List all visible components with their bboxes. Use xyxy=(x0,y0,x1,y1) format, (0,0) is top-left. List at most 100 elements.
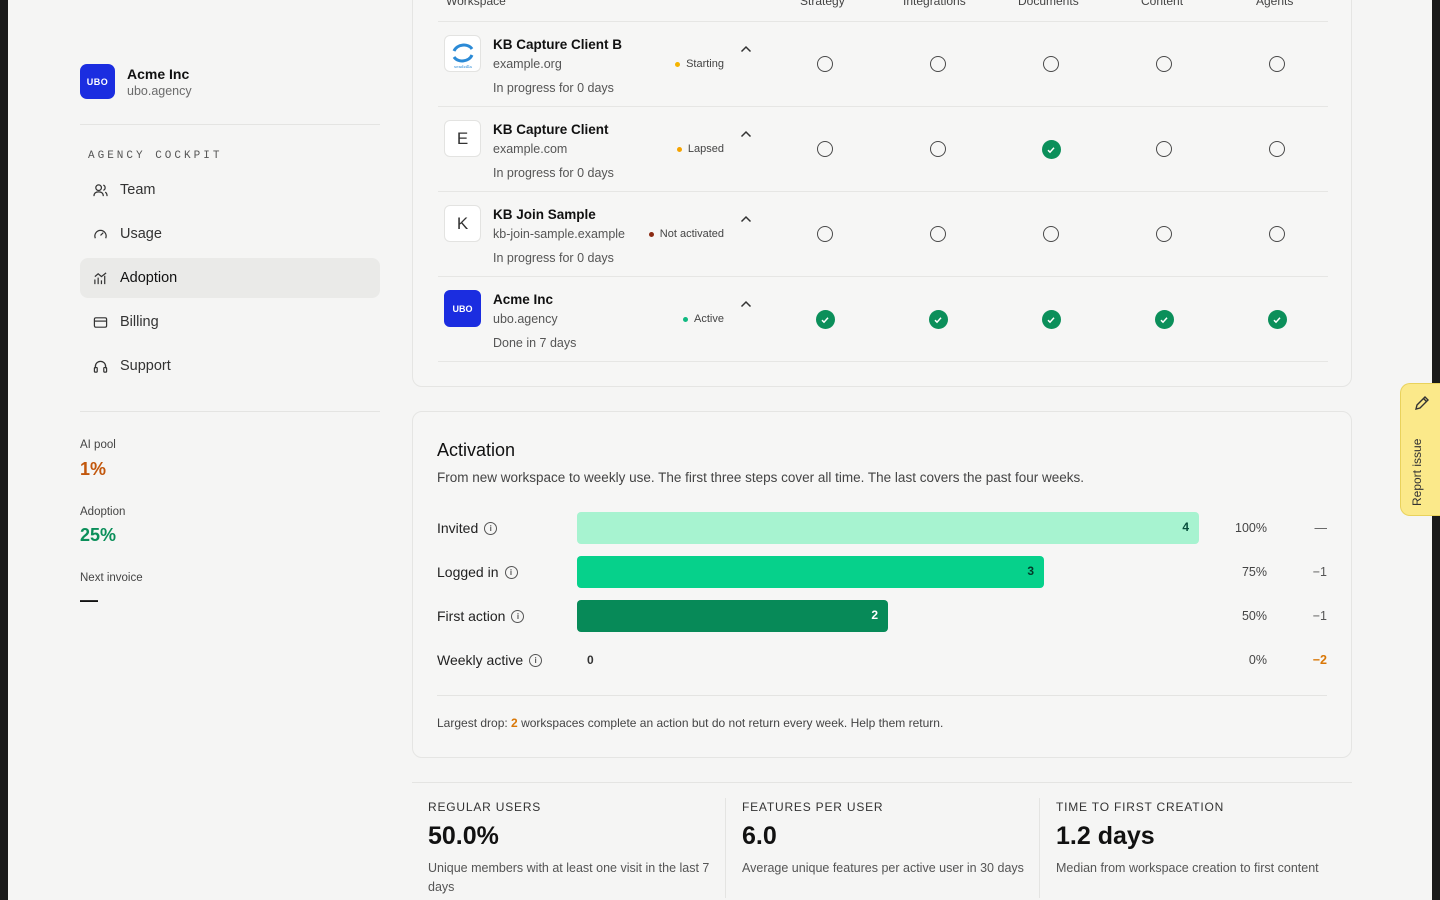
workspace-domain: kb-join-sample.example xyxy=(493,227,626,241)
chevron-up-icon[interactable] xyxy=(740,41,752,56)
chevron-up-icon[interactable] xyxy=(740,126,752,141)
column-header-content: Content xyxy=(1141,0,1184,8)
step-incomplete-icon xyxy=(1156,56,1172,72)
info-icon[interactable]: i xyxy=(504,565,518,579)
metric-value: 6.0 xyxy=(742,822,777,850)
workspace-logo: E xyxy=(444,120,481,157)
funnel-step-percent: 100% xyxy=(1235,521,1267,535)
stat-label-adoption: Adoption xyxy=(80,506,126,518)
status-label: Starting xyxy=(686,58,724,70)
sidebar-item-team[interactable]: Team xyxy=(80,170,380,210)
funnel-step-name: Invited xyxy=(437,520,479,536)
funnel-step-name: Logged in xyxy=(437,564,499,580)
funnel-step-name: First action xyxy=(437,608,506,624)
step-complete-icon xyxy=(1154,310,1174,329)
chevron-up-icon[interactable] xyxy=(740,296,752,311)
funnel-bar: 2 xyxy=(577,600,888,632)
footer-drop-count: 2 xyxy=(511,716,518,730)
sidebar-item-label: Support xyxy=(120,358,171,374)
divider xyxy=(1039,798,1040,898)
funnel-step-label: First action i xyxy=(437,608,525,624)
funnel-bar: 4 xyxy=(577,512,1199,544)
status-dot xyxy=(648,231,654,237)
funnel-bar-count: 4 xyxy=(1182,520,1189,534)
workspace-name[interactable]: KB Capture Client B xyxy=(493,37,622,52)
org-name: Acme Inc xyxy=(127,65,190,82)
funnel-step-percent: 0% xyxy=(1248,653,1267,667)
funnel-step-delta: −1 xyxy=(1312,609,1327,623)
step-incomplete-icon xyxy=(1043,226,1059,242)
info-icon[interactable]: i xyxy=(511,609,525,623)
funnel-step-label: Logged in i xyxy=(437,564,518,580)
chevron-up-icon[interactable] xyxy=(740,211,752,226)
workspace-name[interactable]: KB Join Sample xyxy=(493,207,596,222)
step-complete-icon xyxy=(815,310,835,329)
workspace-progress: In progress for 0 days xyxy=(493,251,614,265)
sidebar-item-label: Adoption xyxy=(120,270,178,286)
table-row[interactable]: E KB Capture Client example.com In progress… xyxy=(438,107,1328,192)
table-row[interactable]: K KB Join Sample kb-join-sample.example In … xyxy=(438,192,1328,277)
sidebar-item-label: Usage xyxy=(120,226,162,242)
column-header-strategy: Strategy xyxy=(800,0,845,8)
metric-value: 50.0% xyxy=(428,822,499,850)
step-incomplete-icon xyxy=(930,141,946,157)
step-incomplete-icon xyxy=(817,141,833,157)
table-row[interactable]: sendzilla KB Capture Client B example.org I… xyxy=(438,22,1328,107)
info-icon[interactable]: i xyxy=(529,653,543,667)
activation-subtitle: From new workspace to weekly use. The fi… xyxy=(437,470,1085,485)
step-incomplete-icon xyxy=(1269,141,1285,157)
metric-description: Average unique features per active user … xyxy=(742,861,1024,875)
funnel-bar-count: 3 xyxy=(1027,564,1034,578)
workspace-logo: UBO xyxy=(444,290,481,327)
workspace-domain: example.org xyxy=(493,57,562,71)
sidebar-item-billing[interactable]: Billing xyxy=(80,302,380,342)
sidebar-item-support[interactable]: Support xyxy=(80,346,380,386)
column-header-documents: Documents xyxy=(1018,0,1079,8)
workspace-name[interactable]: KB Capture Client xyxy=(493,122,609,137)
report-issue-button[interactable]: Report issue xyxy=(1400,383,1440,516)
sidebar-item-adoption[interactable]: Adoption xyxy=(80,258,380,298)
status-label: Lapsed xyxy=(687,143,724,155)
section-label: AGENCY COCKPIT xyxy=(88,150,223,162)
footer-suffix: workspaces complete an action but do not… xyxy=(517,716,944,730)
divider xyxy=(437,695,1327,696)
headset-icon xyxy=(92,358,108,374)
chart-icon xyxy=(92,270,108,286)
sidebar-item-usage[interactable]: Usage xyxy=(80,214,380,254)
sidebar-item-label: Billing xyxy=(120,314,159,330)
stat-value-adoption: 25% xyxy=(80,525,117,545)
funnel-step-name: Weekly active xyxy=(437,652,524,668)
workspace-domain: example.com xyxy=(493,142,568,156)
funnel-step-delta: — xyxy=(1314,521,1328,535)
activation-footer: Largest drop: 2 workspaces complete an a… xyxy=(437,716,943,730)
column-header-workspace: Workspace xyxy=(446,0,506,8)
funnel-bar-count: 0 xyxy=(587,653,594,667)
workspace-progress: In progress for 0 days xyxy=(493,166,614,180)
step-incomplete-icon xyxy=(1043,56,1059,72)
report-issue-label: Report issue xyxy=(1410,438,1424,506)
metric-label: FEATURES PER USER xyxy=(742,800,884,814)
workspace-progress: In progress for 0 days xyxy=(493,81,614,95)
column-header-agents: Agents xyxy=(1256,0,1294,8)
divider xyxy=(80,124,380,125)
stat-label-ai-pool: AI pool xyxy=(80,439,116,451)
sidebar-item-label: Team xyxy=(120,182,156,198)
status-badge: Starting xyxy=(675,58,724,70)
org-switcher[interactable]: UBO Acme Inc ubo.agency xyxy=(80,64,192,99)
funnel-step-percent: 50% xyxy=(1241,609,1267,623)
step-incomplete-icon xyxy=(930,56,946,72)
activation-card: Activation From new workspace to weekly … xyxy=(412,411,1352,758)
workspace-name[interactable]: Acme Inc xyxy=(493,292,553,307)
sendzilla-logo-icon: sendzilla xyxy=(452,43,473,69)
metric-value: 1.2 days xyxy=(1056,822,1155,850)
funnel-step-label: Weekly active i xyxy=(437,652,543,668)
metric-description: Unique members with at least one visit i… xyxy=(428,861,710,894)
window-edge-left xyxy=(0,0,8,900)
step-incomplete-icon xyxy=(1156,141,1172,157)
metric-features-per-user: FEATURES PER USER 6.0 Average unique fea… xyxy=(742,800,1032,878)
table-row[interactable]: UBO Acme Inc ubo.agency Done in 7 days Activ… xyxy=(438,277,1328,362)
users-icon xyxy=(92,182,108,198)
funnel-step-percent: 75% xyxy=(1241,565,1267,579)
info-icon[interactable]: i xyxy=(484,521,498,535)
step-incomplete-icon xyxy=(1269,226,1285,242)
